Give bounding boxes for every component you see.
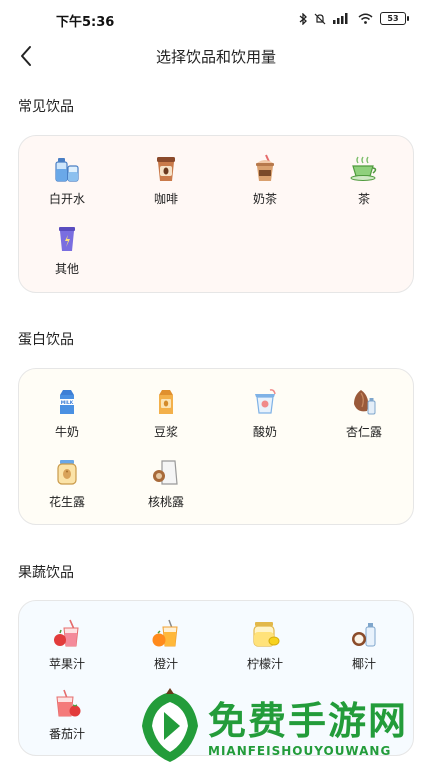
card-common-drinks: 白开水 咖啡 奶茶 茶 其他 — [18, 135, 414, 293]
drink-item-label: 其他 — [54, 262, 79, 276]
status-bar: 下午5:36 53 — [0, 0, 432, 38]
drink-item-label: 橙汁 — [153, 657, 178, 671]
signal-icon — [333, 13, 348, 24]
drink-item-label: 柠檬汁 — [246, 657, 283, 671]
drink-item-label: 白开水 — [48, 192, 85, 206]
drink-item-peanut-milk[interactable]: 花生露 — [37, 457, 97, 510]
wifi-icon — [358, 13, 373, 24]
walnut-milk-icon — [153, 460, 178, 485]
watermark-subtitle: MIANFEISHOUYOUWANG — [208, 744, 392, 758]
drink-item-orange-juice[interactable]: 橙汁 — [136, 619, 196, 672]
drink-item-label: 奶茶 — [252, 192, 277, 206]
page-title: 选择饮品和饮用量 — [155, 48, 276, 66]
bluetooth-icon — [299, 12, 307, 25]
tea-cup-icon — [350, 156, 377, 181]
nav-bar: 选择饮品和饮用量 — [0, 38, 432, 74]
tomato-juice-icon — [56, 689, 81, 717]
milk-tea-icon — [256, 154, 274, 181]
lemon-juice-icon — [253, 622, 280, 647]
drink-item-label: 杏仁露 — [345, 425, 382, 439]
drink-item-label: 椰汁 — [351, 657, 376, 671]
drink-item-label: 牛奶 — [54, 425, 79, 439]
peanut-milk-icon — [57, 460, 77, 485]
watermark: 免费手游网 MIANFEISHOUYOUWANG — [134, 686, 424, 768]
section-title-common: 常见饮品 — [18, 99, 74, 115]
drink-item-coconut-juice[interactable]: 椰汁 — [334, 619, 394, 672]
drink-item-label: 核桃露 — [147, 495, 184, 509]
section-title-protein: 蛋白饮品 — [18, 332, 74, 348]
drink-item-soy-milk[interactable]: 豆浆 — [136, 387, 196, 440]
drink-item-label: 花生露 — [48, 495, 85, 509]
drink-item-label: 苹果汁 — [48, 657, 85, 671]
drink-item-walnut-milk[interactable]: 核桃露 — [136, 457, 196, 510]
drink-item-tea[interactable]: 茶 — [334, 154, 394, 207]
status-icons: 53 — [299, 12, 409, 25]
status-time: 下午5:36 — [56, 15, 115, 30]
drink-item-almond-milk[interactable]: 杏仁露 — [334, 387, 394, 440]
section-title-fruit-veg: 果蔬饮品 — [18, 565, 74, 581]
drink-item-label: 茶 — [357, 192, 370, 206]
drink-item-milk[interactable]: MILK 牛奶 — [37, 387, 97, 440]
watermark-title: 免费手游网 — [208, 698, 409, 743]
card-protein-drinks: MILK 牛奶 豆浆 酸奶 杏仁露 花生露 核桃露 — [18, 368, 414, 525]
drink-item-label: 番茄汁 — [48, 727, 85, 741]
drink-item-apple-juice[interactable]: 苹果汁 — [37, 619, 97, 672]
milk-carton-icon: MILK — [60, 390, 74, 414]
drink-item-water[interactable]: 白开水 — [37, 154, 97, 207]
drink-item-tomato-juice[interactable]: 番茄汁 — [37, 689, 97, 742]
orange-juice-icon — [152, 619, 178, 647]
drink-item-label: 豆浆 — [153, 425, 178, 439]
drink-item-label: 酸奶 — [252, 425, 277, 439]
yogurt-icon — [255, 389, 276, 414]
watermark-logo-icon — [142, 688, 198, 762]
coconut-juice-icon — [352, 623, 376, 647]
coffee-cup-icon — [157, 157, 175, 181]
soy-milk-icon — [159, 390, 173, 414]
drink-item-milk-tea[interactable]: 奶茶 — [235, 154, 295, 207]
water-bottle-icon — [55, 158, 79, 182]
apple-juice-icon — [54, 619, 79, 647]
drink-item-other[interactable]: 其他 — [37, 224, 97, 277]
battery-icon: 53 — [380, 12, 409, 25]
other-drink-icon — [59, 227, 75, 251]
mute-bell-icon — [314, 13, 326, 24]
drink-item-coffee[interactable]: 咖啡 — [136, 154, 196, 207]
almond-milk-icon — [354, 390, 376, 415]
drink-item-label: 咖啡 — [153, 192, 178, 206]
drink-item-yogurt[interactable]: 酸奶 — [235, 387, 295, 440]
drink-item-lemon-juice[interactable]: 柠檬汁 — [235, 619, 295, 672]
svg-text:MILK: MILK — [61, 400, 74, 406]
